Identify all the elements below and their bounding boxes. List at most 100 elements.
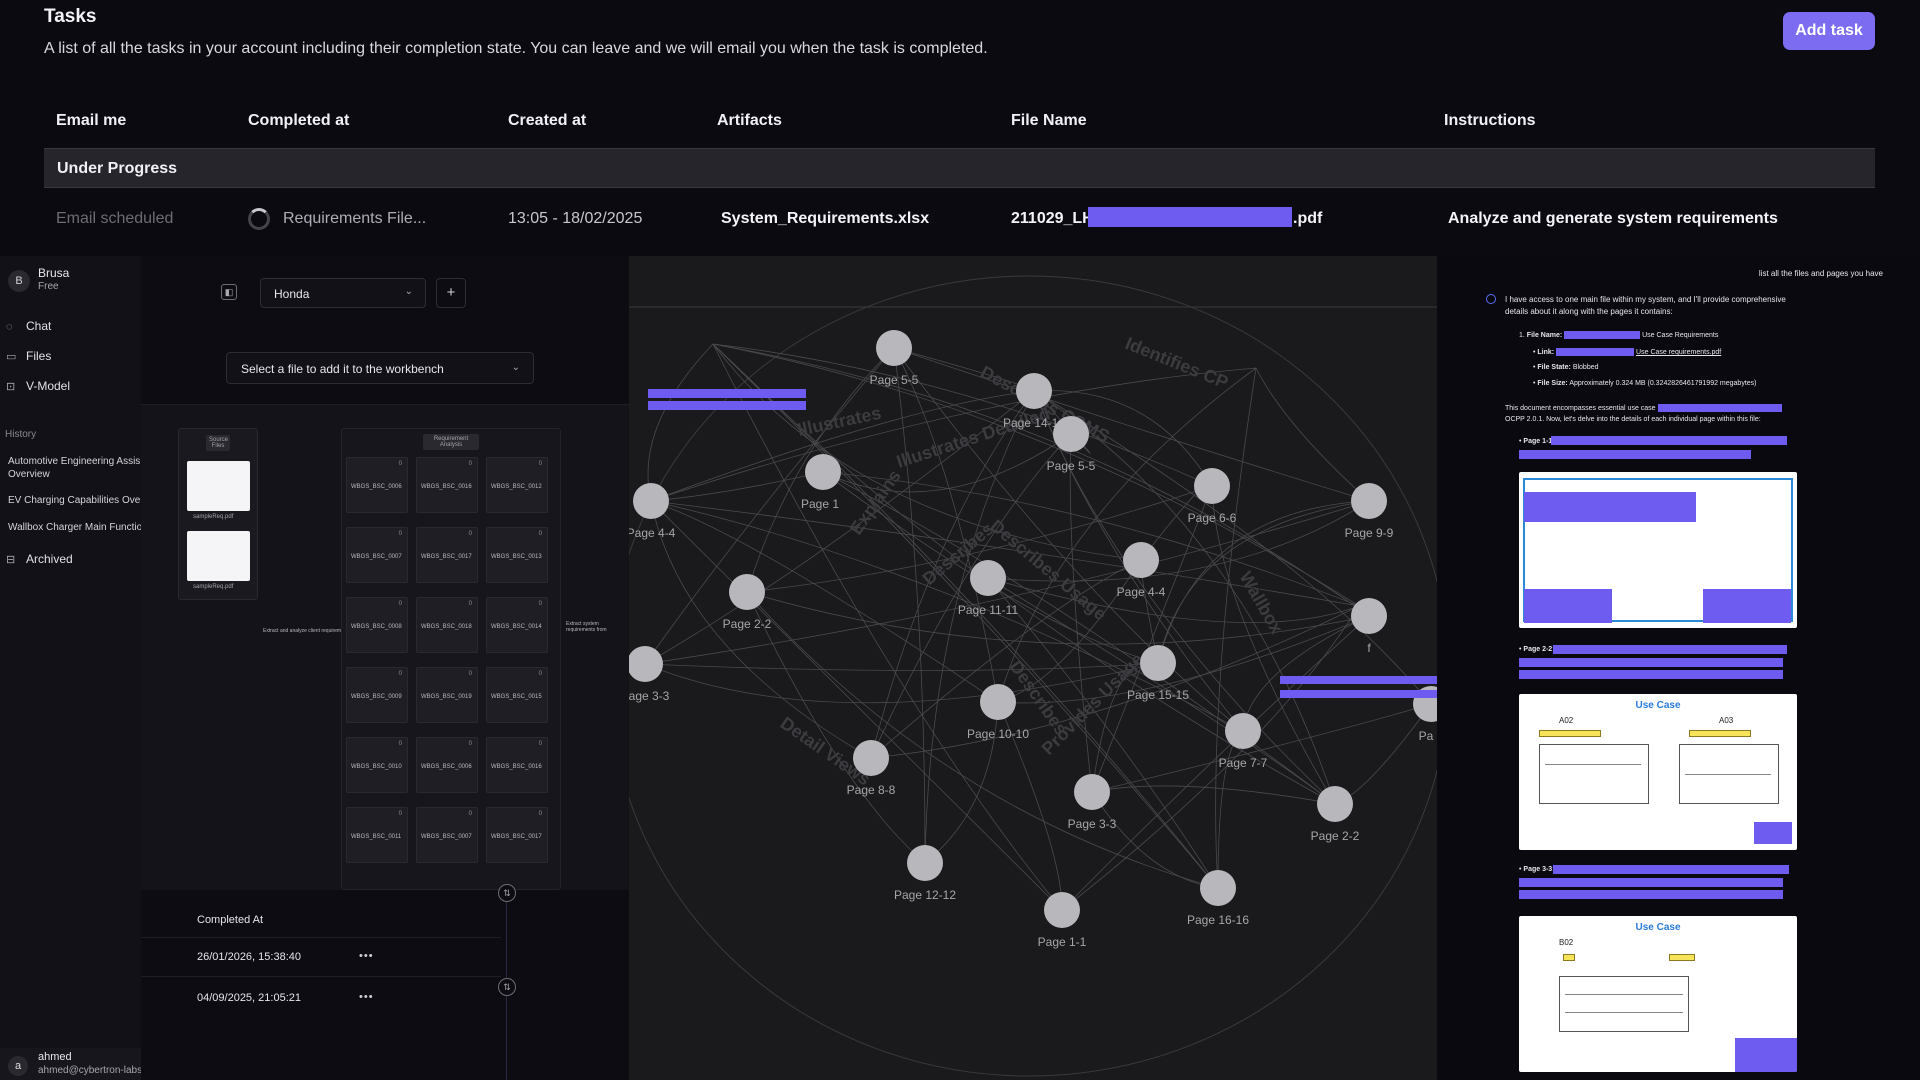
graph-node-label: Page 2-2 [1311, 829, 1360, 843]
requirement-card[interactable]: 0 WBGS_BSC_0008 [346, 597, 408, 653]
requirement-card[interactable]: 0 WBGS_BSC_0006 [416, 737, 478, 793]
sort-icon[interactable]: ⇅ [498, 884, 516, 902]
add-task-button[interactable]: Add task [1783, 12, 1875, 50]
graph-edge [1091, 785, 1336, 805]
user-email: ahmed@cybertron-labs [38, 1065, 143, 1076]
requirement-count: 0 [468, 461, 472, 467]
file-select[interactable]: Select a file to add it to the workbench… [226, 352, 534, 384]
requirement-card[interactable]: 0 WBGS_BSC_0006 [346, 457, 408, 513]
requirement-card[interactable]: 0 WBGS_BSC_0012 [486, 457, 548, 513]
history-heading: History [5, 429, 37, 440]
graph-node[interactable] [1140, 645, 1176, 681]
document-thumbnail[interactable] [187, 531, 250, 581]
requirement-card[interactable]: 0 WBGS_BSC_0015 [486, 667, 548, 723]
requirement-card[interactable]: 0 WBGS_BSC_0016 [416, 457, 478, 513]
requirement-card[interactable]: 0 WBGS_BSC_0007 [346, 527, 408, 583]
history-item[interactable]: Wallbox Charger Main Functio [8, 521, 146, 534]
sidebar-item-label: Chat [26, 319, 52, 333]
completed-at-row[interactable]: 04/09/2025, 21:05:21 [197, 992, 301, 1004]
requirement-id: WBGS_BSC_0012 [491, 484, 542, 490]
requirement-card[interactable]: 0 WBGS_BSC_0009 [346, 667, 408, 723]
graph-node-label: f [1367, 641, 1371, 655]
requirement-card[interactable]: 0 WBGS_BSC_0016 [486, 737, 548, 793]
completed-at-row[interactable]: 26/01/2026, 15:38:40 [197, 951, 301, 963]
requirement-count: 0 [468, 531, 472, 537]
assistant-icon [1486, 294, 1496, 304]
graph-node[interactable] [1351, 483, 1387, 519]
use-case-code: A03 [1719, 716, 1734, 725]
graph-node[interactable] [629, 646, 663, 682]
requirement-card[interactable]: 0 WBGS_BSC_0018 [416, 597, 478, 653]
row-menu-icon[interactable]: ••• [359, 950, 374, 962]
redaction-block [648, 389, 806, 398]
requirement-id: WBGS_BSC_0010 [351, 764, 402, 770]
flow-note: Extract and analyze client requirements [263, 628, 351, 634]
graph-node[interactable] [970, 560, 1006, 596]
requirement-id: WBGS_BSC_0017 [491, 834, 542, 840]
document-thumbnail[interactable] [187, 461, 250, 511]
diagram-element [1563, 954, 1575, 961]
graph-node[interactable] [853, 740, 889, 776]
graph-node[interactable] [1074, 774, 1110, 810]
sidebar-item-v-model[interactable]: ⊡ V-Model [6, 379, 70, 393]
graph-node[interactable] [1317, 786, 1353, 822]
column-header-created-at[interactable]: Created at [508, 112, 586, 130]
column-header-file-name[interactable]: File Name [1011, 112, 1087, 130]
graph-node[interactable] [729, 574, 765, 610]
graph-node[interactable] [907, 845, 943, 881]
requirement-id: WBGS_BSC_0006 [421, 764, 472, 770]
graph-node[interactable] [1200, 870, 1236, 906]
requirement-card[interactable]: 0 WBGS_BSC_0013 [486, 527, 548, 583]
graph-edge [1255, 367, 1370, 502]
graph-node[interactable] [1016, 373, 1052, 409]
graph-node[interactable] [1044, 892, 1080, 928]
graph-node[interactable] [633, 483, 669, 519]
graph-node[interactable] [1351, 598, 1387, 634]
page-image[interactable] [1519, 472, 1797, 628]
row-menu-icon[interactable]: ••• [359, 991, 374, 1003]
source-files-panel[interactable]: Source Files sampleReq.pdf sampleReq.pdf [178, 428, 258, 600]
file-link[interactable]: Use Case requirements.pdf [1636, 349, 1721, 356]
column-header-email-me[interactable]: Email me [56, 112, 126, 130]
v-model-icon: ⊡ [6, 381, 16, 393]
requirement-count: 0 [538, 671, 542, 677]
graph-node[interactable] [1053, 416, 1089, 452]
page-image[interactable]: Use Case B02 [1519, 916, 1797, 1072]
redaction-block [1657, 404, 1782, 412]
graph-node[interactable] [876, 330, 912, 366]
workbench-canvas[interactable]: Source Files sampleReq.pdf sampleReq.pdf… [141, 404, 629, 890]
requirement-card[interactable]: 0 WBGS_BSC_0010 [346, 737, 408, 793]
page-image[interactable]: Use Case A02 A03 [1519, 694, 1797, 850]
sidebar-item-files[interactable]: ▭ Files [6, 349, 51, 363]
requirement-card[interactable]: 0 WBGS_BSC_0017 [486, 807, 548, 863]
sidebar-item-chat[interactable]: ◌ Chat [6, 319, 51, 333]
page-description: A list of all the tasks in your account … [44, 40, 988, 57]
knowledge-graph[interactable]: Describes CSMSIdentifies CPIllustratesIl… [629, 256, 1437, 1080]
add-project-button[interactable]: + [436, 278, 466, 308]
column-header-completed-at[interactable]: Completed at [248, 112, 349, 130]
completed-at-header[interactable]: Completed At [197, 914, 263, 926]
requirement-card[interactable]: 0 WBGS_BSC_0014 [486, 597, 548, 653]
history-item[interactable]: EV Charging Capabilities Ove [8, 494, 146, 507]
requirement-card[interactable]: 0 WBGS_BSC_0017 [416, 527, 478, 583]
requirement-card[interactable]: 0 WBGS_BSC_0007 [416, 807, 478, 863]
sort-icon[interactable]: ⇅ [498, 978, 516, 996]
requirement-analysis-panel[interactable]: Requirement Analysis 0 WBGS_BSC_0006 0 WBGS… [341, 428, 561, 890]
column-header-instructions[interactable]: Instructions [1444, 112, 1536, 130]
graph-node[interactable] [1225, 713, 1261, 749]
diagram-element [1689, 730, 1751, 737]
toggle-sidebar-icon[interactable]: ◧ [221, 284, 237, 300]
graph-node[interactable] [1194, 468, 1230, 504]
requirement-card[interactable]: 0 WBGS_BSC_0011 [346, 807, 408, 863]
graph-node[interactable] [1123, 542, 1159, 578]
project-select[interactable]: Honda ⌄ [260, 278, 426, 308]
history-item[interactable]: Automotive Engineering Assis Overview [8, 455, 146, 481]
column-header-artifacts[interactable]: Artifacts [717, 112, 782, 130]
graph-canvas[interactable]: Describes CSMSIdentifies CPIllustratesIl… [629, 256, 1437, 1080]
sidebar-item-archived[interactable]: ⊟ Archived [6, 552, 73, 566]
graph-node[interactable] [980, 684, 1016, 720]
graph-edge [1091, 791, 1219, 889]
requirement-card[interactable]: 0 WBGS_BSC_0019 [416, 667, 478, 723]
artifact-link[interactable]: System_Requirements.xlsx [721, 210, 929, 228]
graph-node[interactable] [805, 454, 841, 490]
